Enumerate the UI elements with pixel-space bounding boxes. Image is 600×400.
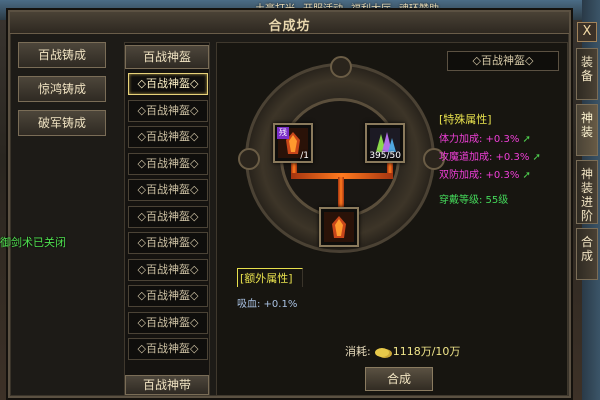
extra-properties-heading: [额外属性]: [237, 268, 303, 287]
close-button[interactable]: X: [577, 22, 597, 42]
gold-coin-icon: [374, 347, 389, 357]
cost-label: 消耗:: [345, 345, 371, 358]
list-item[interactable]: ◇百战神盔◇: [128, 99, 208, 122]
material-count-right: 395/50: [369, 151, 401, 161]
material-slot-left[interactable]: 残 /1: [273, 123, 313, 163]
cost-display: 消耗: 1118万/10万: [345, 343, 460, 359]
property-row: 体力加成: +0.3% ➚: [439, 134, 531, 145]
ornament-icon: [330, 56, 352, 78]
synthesize-button[interactable]: 合成: [365, 367, 433, 391]
tab-divine-equipment[interactable]: 神装: [576, 104, 598, 156]
tab-divine-advance[interactable]: 神装进阶: [576, 160, 598, 224]
synthesis-panel: 合成坊 百战铸成 惊鸿铸成 破军铸成 百战神盔 ◇百战神盔◇ ◇百战神盔◇ ◇百…: [8, 10, 571, 398]
system-message: 御剑术已关闭: [0, 236, 66, 249]
list-item[interactable]: ◇百战神盔◇: [128, 338, 208, 360]
property-row: 双防加成: +0.3% ➚: [439, 170, 531, 181]
item-name-box: ◇百战神盔◇: [447, 51, 559, 71]
list-item[interactable]: ◇百战神盔◇: [128, 126, 208, 148]
category-button-pojun[interactable]: 破军铸成: [18, 110, 106, 136]
item-list-footer[interactable]: 百战神带: [125, 375, 209, 395]
list-item[interactable]: ◇百战神盔◇: [128, 232, 208, 254]
ornament-icon: [238, 148, 260, 170]
up-arrow-icon: ➚: [522, 134, 531, 145]
connector-line: [338, 177, 344, 209]
tab-synthesis[interactable]: 合成: [576, 228, 598, 280]
tab-equipment[interactable]: 装备: [576, 48, 598, 100]
up-arrow-icon: ➚: [532, 152, 541, 163]
category-button-jinghong[interactable]: 惊鸿铸成: [18, 76, 106, 102]
synthesis-area: 残 /1 395/50 ◇百战神盔◇ [特殊属性] 体力加成: +0.3% ➚ …: [216, 42, 568, 396]
up-arrow-icon: ➚: [522, 170, 531, 181]
category-button-baizhan[interactable]: 百战铸成: [18, 42, 106, 68]
material-count-left: /1: [300, 151, 309, 161]
category-column: 百战铸成 惊鸿铸成 破军铸成: [18, 42, 106, 144]
wear-level: 穿戴等级: 55级: [439, 195, 509, 206]
item-list-header[interactable]: 百战神盔: [125, 45, 209, 69]
list-item[interactable]: ◇百战神盔◇: [128, 179, 208, 201]
list-item[interactable]: ◇百战神盔◇: [128, 311, 208, 334]
panel-title-bar: 合成坊: [10, 12, 569, 34]
cost-value: 1118万/10万: [392, 345, 461, 358]
special-properties-heading: [特殊属性]: [439, 113, 492, 126]
extra-properties: [额外属性] 吸血: +0.1%: [237, 268, 309, 310]
result-slot[interactable]: [319, 207, 359, 247]
list-item[interactable]: ◇百战神盔◇: [128, 73, 208, 95]
material-slot-right[interactable]: 395/50: [365, 123, 405, 163]
list-item[interactable]: ◇百战神盔◇: [128, 205, 208, 228]
special-properties: [特殊属性] 体力加成: +0.3% ➚ 攻魔道加成: +0.3% ➚ 双防加成…: [439, 111, 565, 206]
panel-title: 合成坊: [268, 19, 311, 34]
fragment-tag: 残: [277, 127, 289, 139]
list-item[interactable]: ◇百战神盔◇: [128, 285, 208, 307]
extra-property-row: 吸血: +0.1%: [237, 299, 298, 310]
item-list: 百战神盔 ◇百战神盔◇ ◇百战神盔◇ ◇百战神盔◇ ◇百战神盔◇ ◇百战神盔◇ …: [124, 42, 210, 396]
list-item[interactable]: ◇百战神盔◇: [128, 152, 208, 175]
helmet-icon: [324, 212, 354, 242]
list-item[interactable]: ◇百战神盔◇: [128, 258, 208, 281]
property-row: 攻魔道加成: +0.3% ➚: [439, 152, 541, 163]
